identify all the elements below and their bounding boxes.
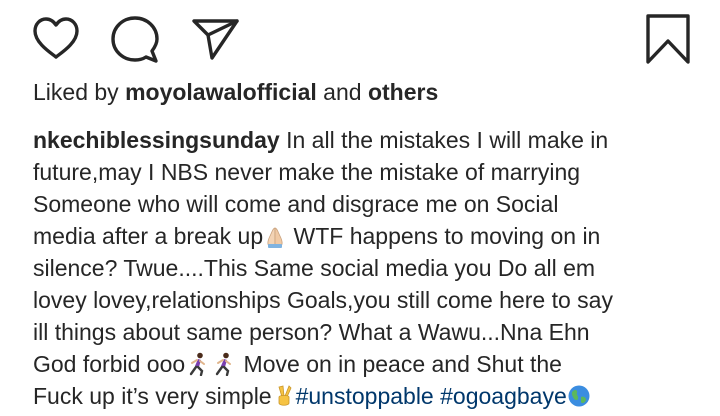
caption-line: lovey lovey,relationships Goals,you stil… — [33, 287, 613, 313]
likes-others-link[interactable]: others — [368, 79, 438, 105]
caption-line: silence? Twue....This Same social media … — [33, 255, 596, 281]
caption-text: God forbid ooo — [33, 351, 186, 377]
post-action-bar — [0, 0, 720, 80]
caption-line: Fuck up it’s very simple #unstoppable #og… — [33, 380, 697, 412]
share-icon[interactable] — [191, 17, 241, 61]
hashtag-link[interactable]: #ogoagbaye — [440, 383, 567, 409]
bookmark-icon[interactable] — [644, 13, 692, 65]
caption-line: nkechiblessingsunday In all the mistakes… — [33, 124, 697, 156]
likes-prefix: Liked by — [33, 79, 126, 105]
victory-hand-emoji — [272, 384, 296, 416]
likes-middle: and — [316, 79, 368, 105]
liker-username-link[interactable]: moyolawalofficial — [125, 79, 317, 105]
caption-line: God forbid ooo Move on in peace and Shut… — [33, 348, 697, 380]
heart-icon[interactable] — [31, 16, 81, 62]
caption-text: media after a break up — [33, 223, 264, 249]
caption-text: In all the mistakes I will make in — [279, 127, 609, 153]
post-caption: nkechiblessingsunday In all the mistakes… — [33, 124, 697, 412]
caption-username-link[interactable]: nkechiblessingsunday — [33, 127, 280, 153]
hashtag-link[interactable]: #unstoppable — [296, 383, 434, 409]
caption-text: Fuck up it’s very simple — [33, 383, 272, 409]
caption-line: future,may I NBS never make the mistake … — [33, 159, 581, 185]
caption-text: WTF happens to moving on in — [287, 223, 601, 249]
caption-line: Someone who will come and disgrace me on… — [33, 191, 559, 217]
comment-icon[interactable] — [110, 15, 160, 65]
globe-emoji — [567, 384, 591, 416]
likes-summary: Liked by moyolawalofficial and others — [33, 76, 438, 108]
caption-line: ill things about same person? What a Waw… — [33, 319, 590, 345]
caption-line: media after a break up WTF happens to mo… — [33, 220, 697, 252]
caption-text: Move on in peace and Shut the — [237, 351, 562, 377]
